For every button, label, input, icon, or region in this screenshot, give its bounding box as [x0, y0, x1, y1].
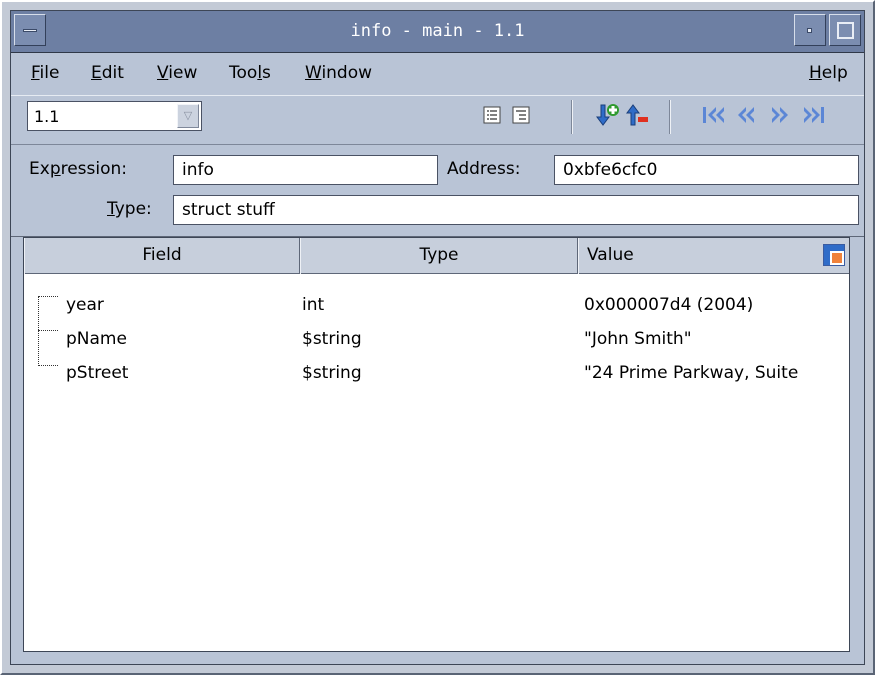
- title-bar[interactable]: info - main - 1.1: [11, 11, 864, 53]
- address-label: Address:: [447, 159, 521, 179]
- column-header-value[interactable]: Value: [578, 238, 849, 274]
- data-table: Field Type Value year int 0x000007d4 (20…: [23, 237, 850, 652]
- undive-icon[interactable]: [625, 102, 651, 128]
- toolbar-separator: [571, 100, 573, 134]
- field-cell: pName: [66, 329, 127, 349]
- value-cell: 0x000007d4 (2004): [584, 295, 754, 315]
- expand-list-icon[interactable]: [479, 102, 505, 128]
- previous-icon[interactable]: [733, 102, 759, 128]
- collapse-list-icon[interactable]: [508, 102, 534, 128]
- type-cell: $string: [302, 329, 362, 349]
- maximize-icon[interactable]: [829, 14, 861, 46]
- table-row[interactable]: pStreet $string "24 Prime Parkway, Suite: [24, 356, 849, 390]
- debugger-window: info - main - 1.1 File Edit View Tools W…: [0, 0, 875, 675]
- toolbar-separator: [669, 100, 671, 134]
- type-cell: $string: [302, 363, 362, 383]
- table-header: Field Type Value: [24, 238, 849, 274]
- menu-help[interactable]: Help: [809, 63, 848, 83]
- table-row[interactable]: pName $string "John Smith": [24, 322, 849, 356]
- field-cell: pStreet: [66, 363, 129, 383]
- toolbar: ▽: [11, 95, 864, 145]
- menu-view[interactable]: View: [157, 63, 197, 83]
- menu-bar: File Edit View Tools Window Help: [11, 55, 864, 93]
- column-header-field[interactable]: Field: [24, 238, 300, 274]
- menu-tools[interactable]: Tools: [229, 63, 271, 83]
- dropdown-arrow-icon[interactable]: ▽: [177, 104, 199, 128]
- window-body: info - main - 1.1 File Edit View Tools W…: [10, 10, 865, 665]
- expression-label: Expression:: [29, 159, 128, 179]
- window-title: info - main - 1.1: [350, 21, 525, 41]
- menu-file[interactable]: File: [31, 63, 59, 83]
- value-cell: "24 Prime Parkway, Suite: [584, 363, 799, 383]
- menu-window[interactable]: Window: [305, 63, 372, 83]
- value-cell: "John Smith": [584, 329, 692, 349]
- thread-input[interactable]: [30, 104, 170, 128]
- dive-icon[interactable]: [595, 102, 621, 128]
- column-chooser-icon[interactable]: [823, 244, 845, 266]
- expression-field[interactable]: info: [173, 155, 438, 185]
- column-header-value-label: Value: [587, 245, 634, 265]
- type-cell: int: [302, 295, 325, 315]
- next-icon[interactable]: [767, 102, 793, 128]
- expression-panel: Expression: info Address: 0xbfe6cfc0 Typ…: [11, 145, 864, 237]
- field-cell: year: [66, 295, 104, 315]
- type-label: Type:: [107, 199, 152, 219]
- address-field[interactable]: 0xbfe6cfc0: [554, 155, 859, 185]
- menu-edit[interactable]: Edit: [91, 63, 124, 83]
- column-header-type[interactable]: Type: [300, 238, 578, 274]
- type-field[interactable]: struct stuff: [173, 195, 859, 225]
- table-row[interactable]: year int 0x000007d4 (2004): [24, 288, 849, 322]
- minimize-icon[interactable]: [794, 14, 826, 46]
- last-icon[interactable]: [801, 102, 827, 128]
- first-icon[interactable]: [701, 102, 727, 128]
- thread-selector[interactable]: ▽: [27, 101, 202, 131]
